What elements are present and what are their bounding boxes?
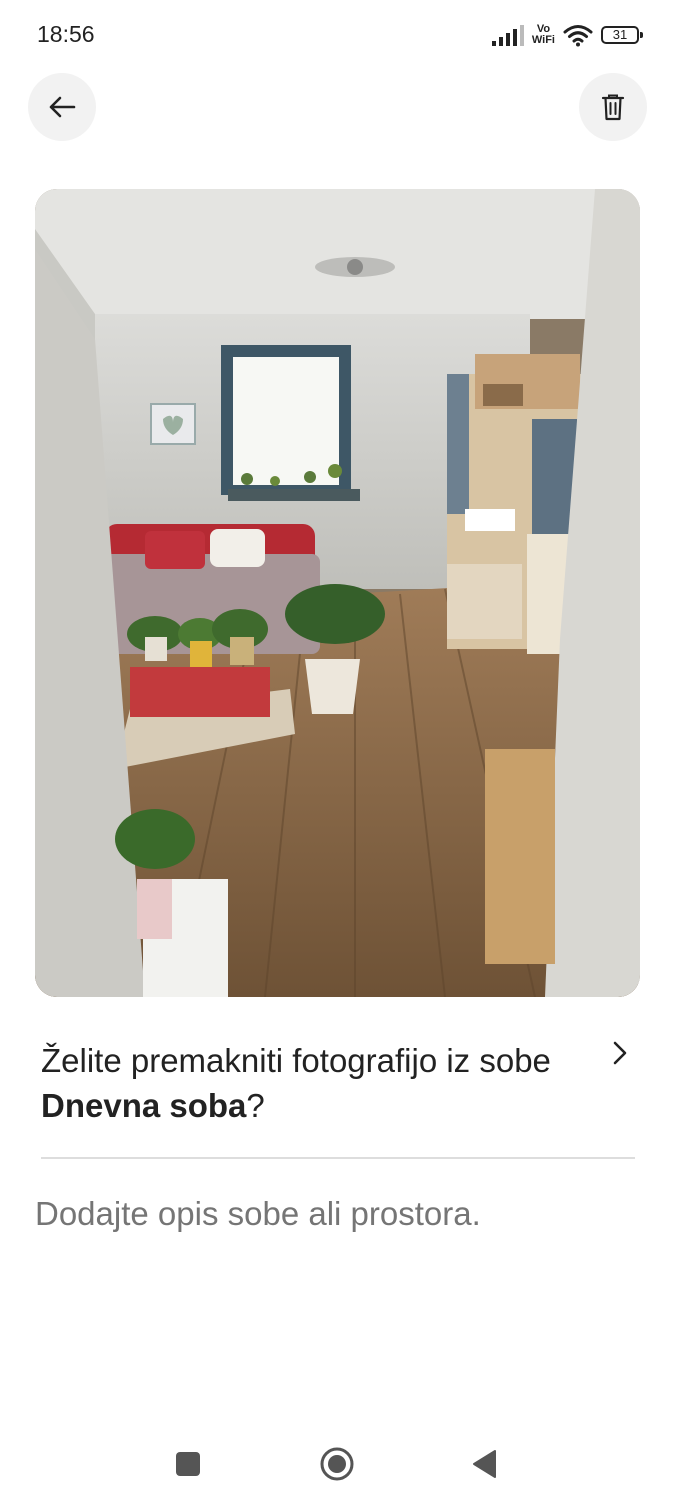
room-description-input[interactable]	[35, 1195, 635, 1233]
delete-button[interactable]	[579, 73, 647, 141]
move-photo-text: Želite premakniti fotografijo iz sobe Dn…	[41, 1038, 561, 1128]
triangle-back-icon	[473, 1450, 496, 1478]
move-text-after: ?	[246, 1087, 265, 1124]
room-photo[interactable]	[35, 189, 640, 997]
status-time: 18:56	[37, 21, 95, 47]
arrow-left-icon	[49, 96, 76, 118]
volte-icon: Vo WiFi	[532, 24, 555, 46]
volte-label-bottom: WiFi	[531, 34, 555, 46]
battery-icon: 31	[601, 26, 643, 44]
signal-icon	[491, 24, 524, 46]
system-nav-bar	[0, 1420, 675, 1500]
wifi-icon	[563, 25, 593, 47]
trash-icon	[601, 94, 625, 121]
divider	[41, 1157, 635, 1159]
back-button[interactable]	[28, 73, 96, 141]
recents-button[interactable]	[168, 1444, 208, 1484]
move-photo-row[interactable]: Želite premakniti fotografijo iz sobe Dn…	[41, 1038, 635, 1132]
move-text-before: Želite premakniti fotografijo iz sobe	[41, 1042, 551, 1079]
room-name: Dnevna soba	[41, 1087, 247, 1124]
system-back-button[interactable]	[464, 1444, 504, 1484]
square-icon	[176, 1452, 200, 1476]
circle-icon	[320, 1447, 354, 1481]
chevron-right-icon	[613, 1041, 627, 1065]
home-button[interactable]	[317, 1444, 357, 1484]
status-icons: Vo WiFi 31	[491, 20, 643, 50]
living-room-photo	[35, 189, 640, 997]
status-bar: 18:56 Vo WiFi 31	[0, 0, 675, 70]
